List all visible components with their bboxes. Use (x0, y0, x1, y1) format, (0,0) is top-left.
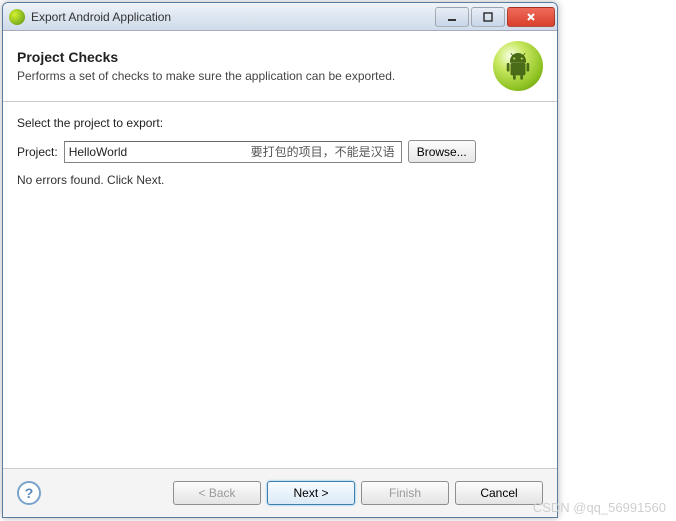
close-button[interactable] (507, 7, 555, 27)
browse-button[interactable]: Browse... (408, 140, 476, 163)
annotation-text: 要打包的项目，不能是汉语 (251, 143, 395, 160)
watermark: CSDN @qq_56991560 (533, 500, 666, 515)
status-text: No errors found. Click Next. (17, 173, 543, 187)
android-robot-icon (503, 51, 533, 81)
banner-description: Performs a set of checks to make sure th… (17, 69, 395, 83)
next-button[interactable]: Next > (267, 481, 355, 505)
window-title: Export Android Application (31, 10, 435, 24)
close-icon (525, 11, 537, 23)
project-row: Project: HelloWorld 要打包的项目，不能是汉语 Browse.… (17, 140, 543, 163)
banner-heading: Project Checks (17, 49, 395, 65)
android-icon (493, 41, 543, 91)
cancel-button[interactable]: Cancel (455, 481, 543, 505)
maximize-icon (482, 11, 494, 23)
back-button[interactable]: < Back (173, 481, 261, 505)
select-prompt: Select the project to export: (17, 116, 543, 130)
finish-button[interactable]: Finish (361, 481, 449, 505)
footer: ? < Back Next > Finish Cancel (3, 468, 557, 517)
titlebar: Export Android Application (3, 3, 557, 31)
maximize-button[interactable] (471, 7, 505, 27)
project-input[interactable]: HelloWorld 要打包的项目，不能是汉语 (64, 141, 402, 163)
project-label: Project: (17, 145, 58, 159)
content-area: Select the project to export: Project: H… (3, 102, 557, 462)
project-value: HelloWorld (69, 145, 127, 159)
minimize-icon (446, 11, 458, 23)
banner: Project Checks Performs a set of checks … (3, 31, 557, 102)
minimize-button[interactable] (435, 7, 469, 27)
window-controls (435, 7, 555, 27)
banner-text: Project Checks Performs a set of checks … (17, 49, 395, 83)
app-icon (9, 9, 25, 25)
dialog-window: Export Android Application Project Check… (2, 2, 558, 518)
help-button[interactable]: ? (17, 481, 41, 505)
